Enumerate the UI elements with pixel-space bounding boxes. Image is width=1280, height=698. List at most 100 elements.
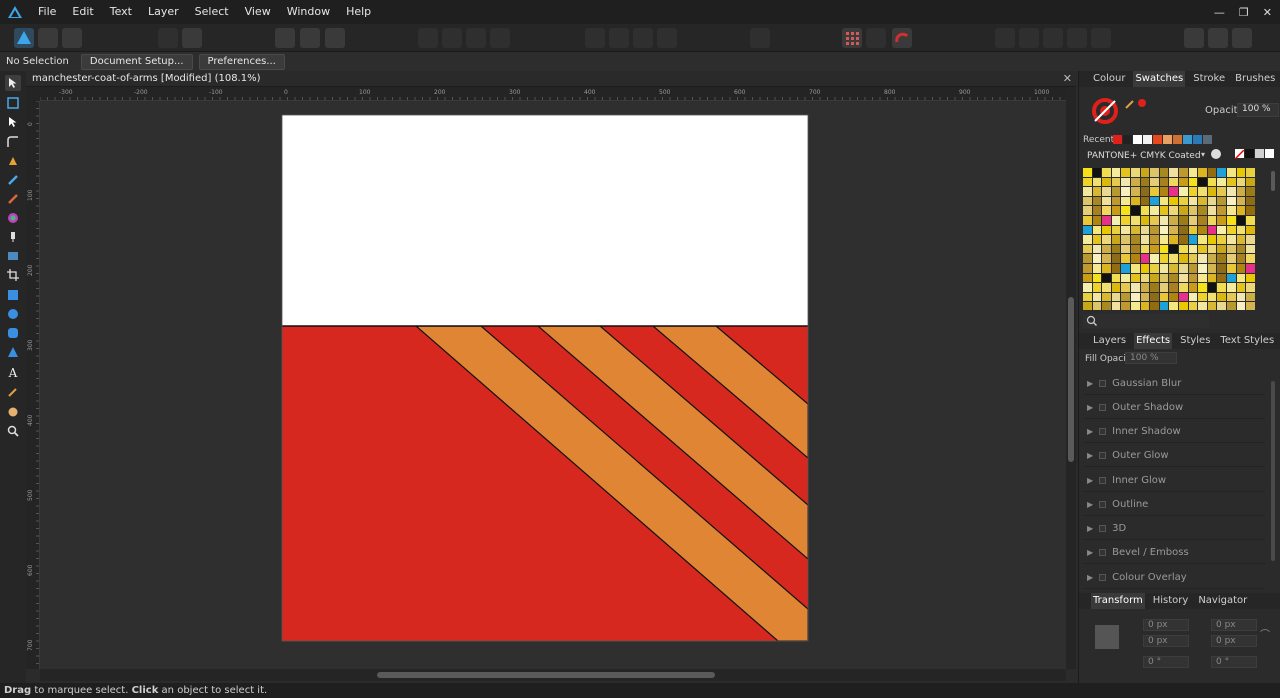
palette-swatch[interactable] [1102, 264, 1111, 273]
effect-inner-glow[interactable]: ▶ Inner Glow [1083, 470, 1265, 492]
transform-button-2[interactable] [609, 28, 629, 48]
palette-swatch[interactable] [1169, 235, 1178, 244]
effect-checkbox[interactable] [1099, 501, 1107, 508]
recent-swatch[interactable] [1143, 135, 1152, 144]
boolean-button-1[interactable] [995, 28, 1015, 48]
palette-swatch[interactable] [1188, 264, 1198, 273]
rectangle-tool-icon[interactable] [5, 287, 21, 303]
palette-swatch[interactable] [1121, 244, 1130, 254]
close-document-icon[interactable]: ✕ [1063, 72, 1072, 85]
recent-swatch[interactable] [1153, 135, 1162, 144]
palette-swatch[interactable] [1092, 292, 1102, 302]
palette-swatch[interactable] [1159, 273, 1169, 283]
tab-layers[interactable]: Layers [1091, 333, 1128, 349]
expand-arrow-icon[interactable]: ▶ [1087, 403, 1093, 412]
effect-3d[interactable]: ▶ 3D [1083, 518, 1265, 540]
palette-swatch[interactable] [1150, 206, 1159, 215]
grey-swatch[interactable] [1255, 149, 1264, 158]
palette-swatch[interactable] [1246, 206, 1255, 215]
effect-inner-shadow[interactable]: ▶ Inner Shadow [1083, 421, 1265, 443]
palette-swatch[interactable] [1111, 273, 1121, 283]
menu-edit[interactable]: Edit [64, 0, 101, 24]
effect-outline[interactable]: ▶ Outline [1083, 494, 1265, 516]
palette-swatch[interactable] [1227, 264, 1236, 273]
expand-arrow-icon[interactable]: ▶ [1087, 573, 1093, 582]
recent-swatch[interactable] [1123, 135, 1132, 144]
artistic-text-tool-icon[interactable]: A [5, 365, 21, 381]
palette-swatch[interactable] [1179, 283, 1188, 292]
palette-swatch[interactable] [1207, 216, 1217, 225]
palette-swatch[interactable] [1236, 196, 1246, 206]
ruler-corner[interactable] [26, 87, 40, 101]
transform-button-3[interactable] [633, 28, 653, 48]
effect-outer-glow[interactable]: ▶ Outer Glow [1083, 445, 1265, 467]
shear-field[interactable]: 0 ° [1211, 656, 1257, 668]
palette-swatch[interactable] [1111, 244, 1121, 254]
recent-swatch[interactable] [1133, 135, 1142, 144]
effect-checkbox[interactable] [1099, 452, 1107, 459]
palette-swatch[interactable] [1083, 206, 1092, 215]
arrange-button-1[interactable] [418, 28, 438, 48]
palette-swatch[interactable] [1131, 177, 1140, 187]
palette-swatch[interactable] [1131, 225, 1140, 235]
effect-colour-overlay[interactable]: ▶ Colour Overlay [1083, 567, 1265, 589]
palette-swatch[interactable] [1102, 292, 1111, 302]
palette-swatch[interactable] [1227, 206, 1236, 215]
tab-styles[interactable]: Styles [1178, 333, 1212, 349]
palette-swatch[interactable] [1121, 206, 1130, 215]
tab-brushes[interactable]: Brushes [1233, 71, 1277, 87]
palette-swatch[interactable] [1150, 302, 1159, 310]
palette-swatch[interactable] [1227, 292, 1236, 302]
expand-arrow-icon[interactable]: ▶ [1087, 427, 1093, 436]
boolean-button-5[interactable] [1091, 28, 1111, 48]
palette-swatch[interactable] [1227, 283, 1236, 292]
palette-swatch[interactable] [1159, 168, 1169, 177]
palette-swatch[interactable] [1169, 168, 1178, 177]
effect-checkbox[interactable] [1099, 525, 1107, 532]
palette-dropdown-icon[interactable]: ▾ [1201, 150, 1205, 159]
palette-swatch[interactable] [1140, 168, 1150, 177]
palette-swatch[interactable] [1207, 196, 1217, 206]
palette-swatch[interactable] [1236, 264, 1246, 273]
effect-checkbox[interactable] [1099, 428, 1107, 435]
boolean-button-2[interactable] [1019, 28, 1039, 48]
palette-swatch[interactable] [1083, 225, 1092, 235]
align-button-2[interactable] [300, 28, 320, 48]
palette-swatch[interactable] [1246, 168, 1255, 177]
palette-swatch[interactable] [1159, 177, 1169, 187]
recent-swatch[interactable] [1113, 135, 1122, 144]
effect-checkbox[interactable] [1099, 380, 1107, 387]
tab-colour[interactable]: Colour [1091, 71, 1127, 87]
expand-arrow-icon[interactable]: ▶ [1087, 379, 1093, 388]
palette-swatch[interactable] [1092, 254, 1102, 263]
palette-swatch[interactable] [1169, 283, 1178, 292]
palette-swatch[interactable] [1198, 264, 1207, 273]
transparency-tool-icon[interactable] [5, 229, 21, 245]
palette-swatch[interactable] [1207, 273, 1217, 283]
palette-swatch[interactable] [1169, 292, 1178, 302]
palette-swatch[interactable] [1188, 187, 1198, 196]
palette-swatch[interactable] [1188, 216, 1198, 225]
triangle-tool-icon[interactable] [5, 344, 21, 360]
effect-checkbox[interactable] [1099, 477, 1107, 484]
horizontal-scroll-thumb[interactable] [377, 672, 715, 678]
palette-swatch[interactable] [1207, 292, 1217, 302]
palette-swatch[interactable] [1083, 264, 1092, 273]
palette-swatch[interactable] [1140, 196, 1150, 206]
palette-swatch[interactable] [1102, 302, 1111, 310]
x-field[interactable]: 0 px [1143, 619, 1189, 631]
palette-swatch[interactable] [1092, 196, 1102, 206]
palette-swatch[interactable] [1150, 168, 1159, 177]
align-button-3[interactable] [325, 28, 345, 48]
recent-swatch[interactable] [1183, 135, 1192, 144]
palette-swatch[interactable] [1198, 196, 1207, 206]
palette-swatch[interactable] [1092, 244, 1102, 254]
ellipse-tool-icon[interactable] [5, 306, 21, 322]
palette-swatch[interactable] [1179, 196, 1188, 206]
palette-swatch[interactable] [1121, 264, 1130, 273]
palette-swatch[interactable] [1236, 244, 1246, 254]
palette-swatch[interactable] [1111, 187, 1121, 196]
palette-swatch[interactable] [1159, 292, 1169, 302]
palette-swatch[interactable] [1179, 187, 1188, 196]
palette-swatch[interactable] [1131, 283, 1140, 292]
